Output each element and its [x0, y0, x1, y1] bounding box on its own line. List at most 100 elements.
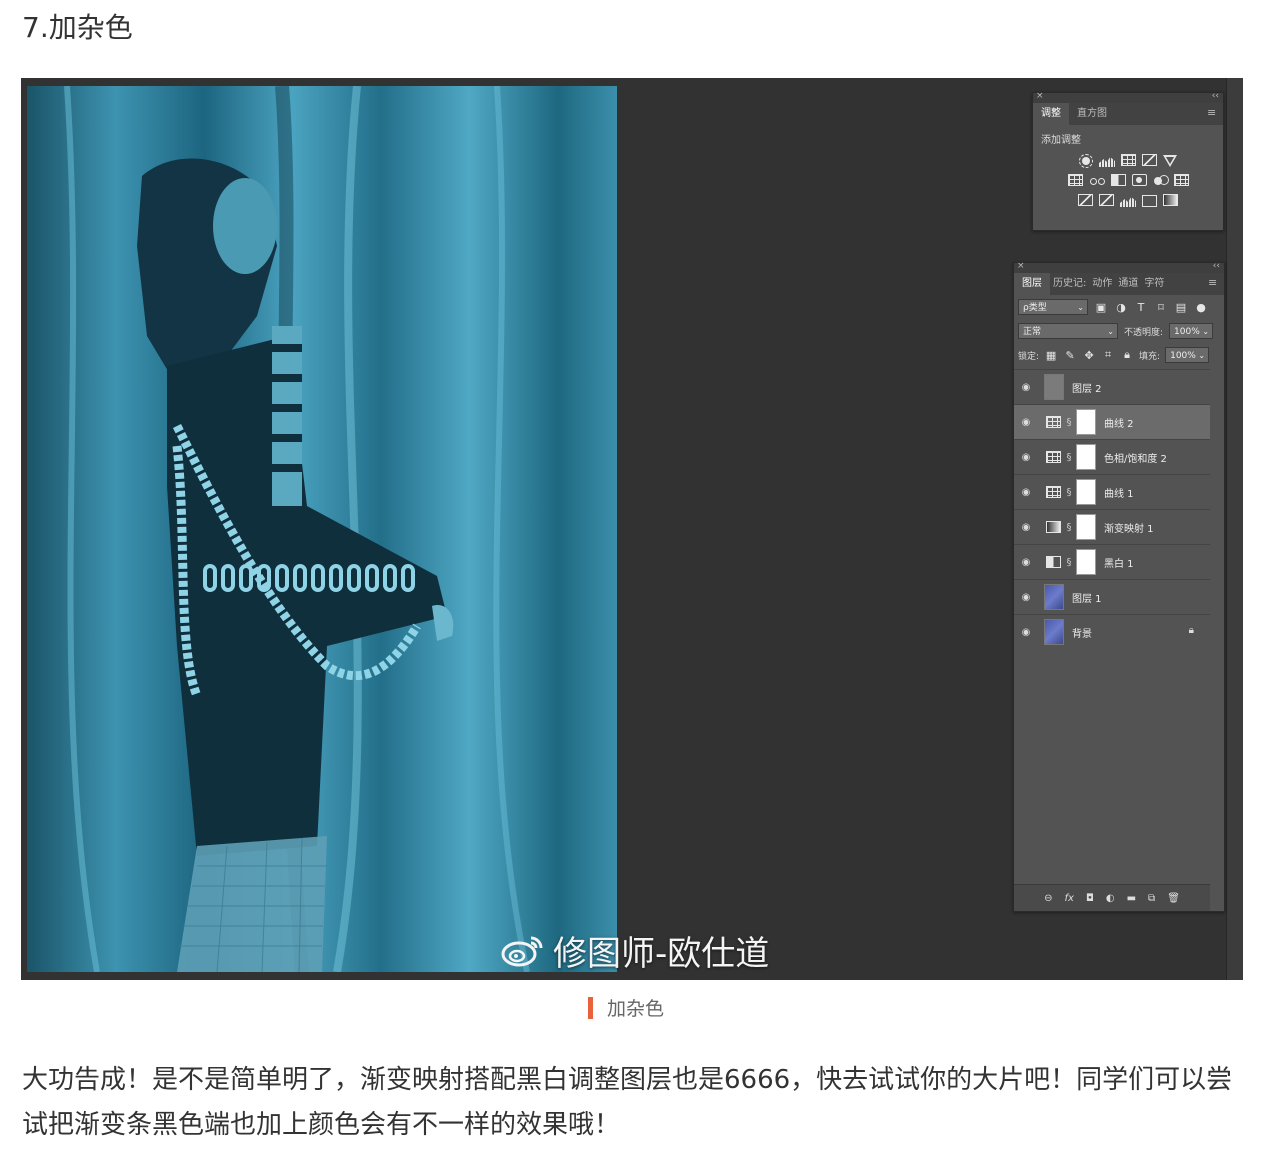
tab-actions[interactable]: 动作: [1089, 273, 1115, 295]
layer-name[interactable]: 图层 1: [1072, 590, 1102, 605]
layer-name[interactable]: 曲线 1: [1104, 485, 1134, 500]
layer-name[interactable]: 背景: [1072, 625, 1092, 640]
weibo-icon: [501, 936, 543, 966]
layer-row[interactable]: ◉ 图层 1: [1014, 579, 1210, 614]
adjustments-tabs: 调整 直方图 ≡: [1033, 103, 1223, 125]
opacity-input[interactable]: 100% ⌄: [1169, 323, 1214, 339]
layer-style-icon[interactable]: fx: [1064, 893, 1073, 904]
visibility-eye-icon[interactable]: ◉: [1014, 592, 1038, 603]
close-icon[interactable]: ×: [1036, 91, 1044, 101]
link-icon[interactable]: §: [1064, 557, 1074, 568]
layer-name[interactable]: 曲线 2: [1104, 415, 1134, 430]
collapse-icon[interactable]: ‹‹: [1212, 91, 1219, 101]
brightness-contrast-icon[interactable]: [1079, 154, 1093, 168]
filter-shape-icon[interactable]: ⌑: [1154, 301, 1168, 314]
link-icon[interactable]: §: [1064, 487, 1074, 498]
layer-mask-thumbnail[interactable]: [1076, 514, 1096, 540]
lock-move-icon[interactable]: ✥: [1082, 349, 1096, 362]
tab-character[interactable]: 字符: [1141, 273, 1167, 295]
filter-smart-icon[interactable]: ▤: [1174, 301, 1188, 314]
layer-row[interactable]: ◉ 图层 2: [1014, 369, 1210, 404]
image-caption: 加杂色: [588, 994, 664, 1021]
gradient-map-icon[interactable]: [1163, 194, 1178, 206]
link-layers-icon[interactable]: ⊖: [1044, 893, 1052, 904]
visibility-eye-icon[interactable]: ◉: [1014, 522, 1038, 533]
tab-adjustments[interactable]: 调整: [1033, 103, 1069, 125]
channel-mixer-icon[interactable]: [1153, 174, 1169, 188]
fill-input[interactable]: 100% ⌄: [1165, 347, 1210, 363]
layer-name[interactable]: 渐变映射 1: [1104, 520, 1154, 535]
invert-icon[interactable]: [1078, 194, 1093, 206]
section-heading: 7.加杂色: [22, 11, 133, 44]
curves-icon[interactable]: [1121, 154, 1136, 166]
visibility-eye-icon[interactable]: ◉: [1014, 487, 1038, 498]
photo-illustration: [27, 86, 617, 972]
filter-adjustment-icon[interactable]: ◑: [1114, 301, 1128, 314]
layer-mask-thumbnail[interactable]: [1076, 549, 1096, 575]
curves-icon: [1044, 415, 1062, 429]
photo-filter-icon[interactable]: [1131, 174, 1147, 186]
layer-row[interactable]: ◉ § 黑白 1: [1014, 544, 1210, 579]
color-balance-icon[interactable]: [1089, 174, 1105, 186]
visibility-eye-icon[interactable]: ◉: [1014, 452, 1038, 463]
layer-mask-thumbnail[interactable]: [1076, 409, 1096, 435]
selective-color-icon[interactable]: [1142, 195, 1157, 207]
exposure-icon[interactable]: [1142, 154, 1157, 166]
layer-name[interactable]: 黑白 1: [1104, 555, 1134, 570]
curves-icon: [1044, 485, 1062, 499]
add-mask-icon[interactable]: ◘: [1086, 893, 1094, 904]
new-layer-icon[interactable]: ⧉: [1148, 893, 1155, 904]
layer-mask-thumbnail[interactable]: [1076, 444, 1096, 470]
threshold-icon[interactable]: [1120, 197, 1136, 207]
lock-transparent-icon[interactable]: ▦: [1044, 349, 1058, 362]
layer-row[interactable]: ◉ § 渐变映射 1: [1014, 509, 1210, 544]
delete-layer-icon[interactable]: 🗑︎: [1167, 893, 1180, 904]
collapse-icon[interactable]: ‹‹: [1213, 261, 1220, 271]
link-icon[interactable]: §: [1064, 522, 1074, 533]
layer-row[interactable]: ◉ 背景 🔒︎: [1014, 614, 1210, 649]
layer-thumbnail: [1044, 619, 1064, 645]
lock-icon[interactable]: 🔒︎: [1189, 625, 1194, 636]
blend-row: 正常 ⌄ 不透明度: 100% ⌄: [1014, 319, 1224, 343]
lock-all-icon[interactable]: 🔒︎: [1120, 348, 1134, 362]
new-adjustment-icon[interactable]: ◐: [1106, 893, 1115, 904]
tab-layers[interactable]: 图层: [1014, 273, 1050, 295]
hue-saturation-icon[interactable]: [1067, 174, 1083, 186]
link-icon[interactable]: §: [1064, 452, 1074, 463]
visibility-eye-icon[interactable]: ◉: [1014, 627, 1038, 638]
layer-filter-select[interactable]: ρ类型 ⌄: [1018, 299, 1088, 315]
vibrance-icon[interactable]: [1163, 155, 1177, 167]
lock-brush-icon[interactable]: ✎: [1063, 349, 1077, 362]
panel-menu-icon[interactable]: ≡: [1207, 107, 1217, 119]
levels-icon[interactable]: [1099, 157, 1115, 167]
layer-thumbnail: [1044, 374, 1064, 400]
filter-pixel-icon[interactable]: ▣: [1094, 301, 1108, 314]
link-icon[interactable]: §: [1064, 417, 1074, 428]
color-lookup-icon[interactable]: [1173, 174, 1189, 186]
new-group-icon[interactable]: ▬: [1127, 893, 1136, 904]
layer-row[interactable]: ◉ § 色相/饱和度 2: [1014, 439, 1210, 474]
panel-menu-icon[interactable]: ≡: [1208, 277, 1218, 289]
layer-mask-thumbnail[interactable]: [1076, 479, 1096, 505]
layers-panel: × ‹‹ 图层 历史记: 动作 通道 字符 ≡ ρ类型 ⌄ ▣ ◑ T ⌑ ▤ ● …: [1013, 261, 1225, 912]
close-icon[interactable]: ×: [1017, 261, 1025, 271]
tab-history[interactable]: 历史记:: [1050, 273, 1089, 295]
vertical-scrollbar[interactable]: [1226, 78, 1243, 980]
visibility-eye-icon[interactable]: ◉: [1014, 382, 1038, 393]
filter-toggle-icon[interactable]: ●: [1194, 301, 1208, 314]
weibo-watermark: 修图师-欧仕道: [501, 926, 769, 975]
lock-artboard-icon[interactable]: ⌗: [1101, 348, 1115, 362]
blend-mode-select[interactable]: 正常 ⌄: [1018, 323, 1118, 339]
layer-name[interactable]: 图层 2: [1072, 380, 1102, 395]
tab-histogram[interactable]: 直方图: [1069, 103, 1115, 125]
posterize-icon[interactable]: [1099, 194, 1114, 206]
black-white-icon[interactable]: [1110, 174, 1126, 186]
filter-type-icon[interactable]: T: [1134, 301, 1148, 314]
visibility-eye-icon[interactable]: ◉: [1014, 417, 1038, 428]
layer-row[interactable]: ◉ § 曲线 1: [1014, 474, 1210, 509]
layer-row[interactable]: ◉ § 曲线 2: [1014, 404, 1210, 439]
add-adjustment-label: 添加调整: [1041, 135, 1081, 146]
visibility-eye-icon[interactable]: ◉: [1014, 557, 1038, 568]
tab-channels[interactable]: 通道: [1115, 273, 1141, 295]
layer-name[interactable]: 色相/饱和度 2: [1104, 450, 1167, 465]
